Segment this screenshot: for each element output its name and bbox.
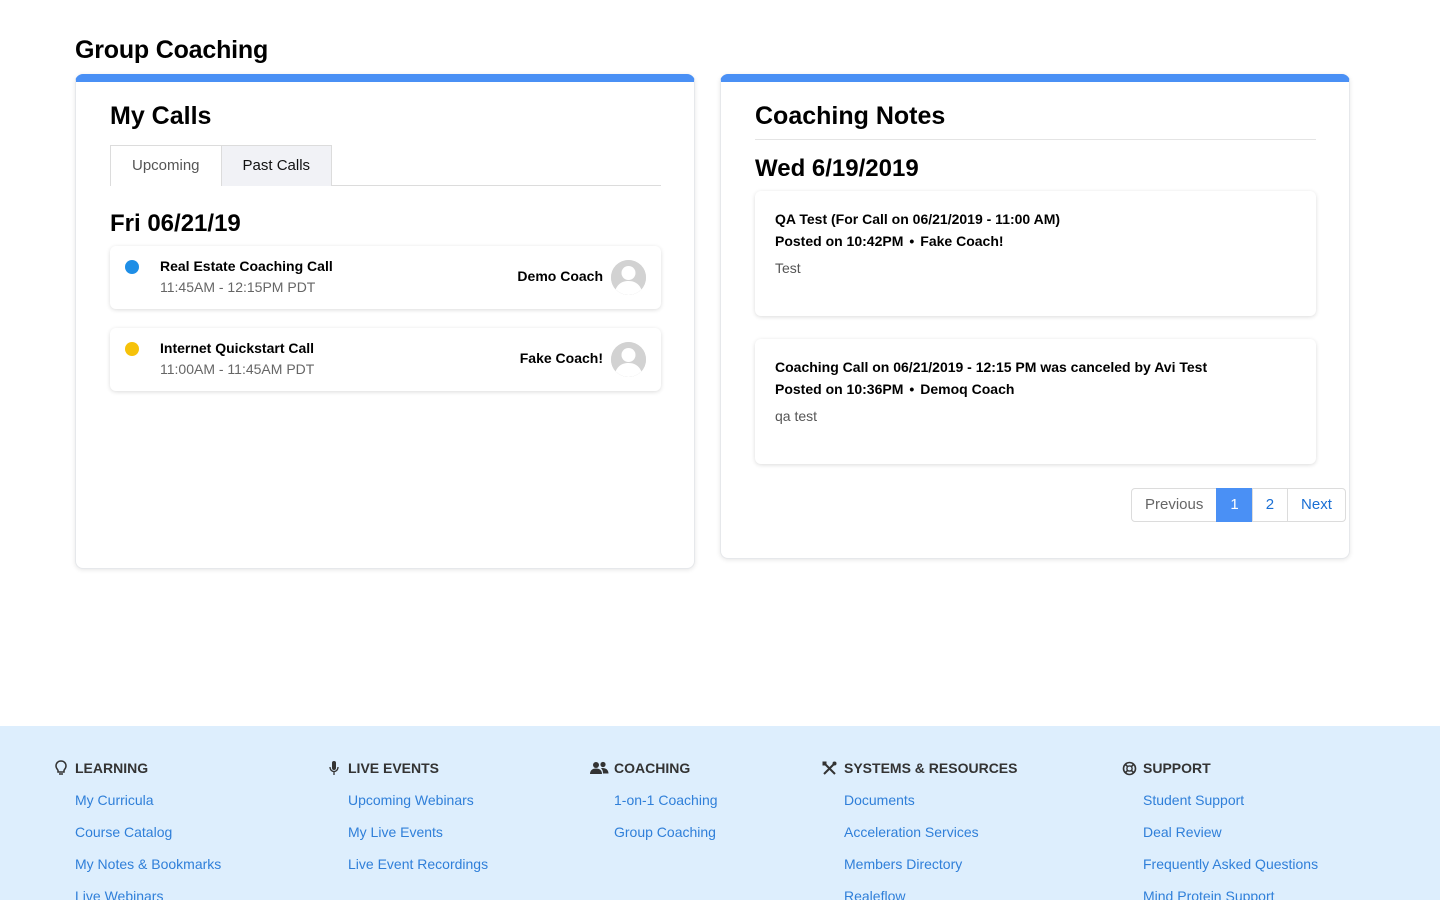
user-avatar-icon: [611, 260, 646, 295]
avatar: [611, 260, 646, 295]
note-body: Test: [775, 260, 801, 276]
footer-heading-label: SUPPORT: [1143, 760, 1211, 776]
footer-heading: COACHING: [590, 759, 718, 777]
footer-column-learning: LEARNING My Curricula Course Catalog My …: [55, 759, 221, 900]
footer-link[interactable]: Student Support: [1143, 791, 1318, 823]
call-item[interactable]: Real Estate Coaching Call 11:45AM - 12:1…: [110, 246, 661, 309]
page-1-button[interactable]: 1: [1216, 488, 1253, 522]
previous-page-button[interactable]: Previous: [1131, 488, 1218, 522]
page-title: Group Coaching: [75, 36, 269, 64]
my-calls-card: My Calls Upcoming Past Calls Fri 06/21/1…: [75, 74, 695, 569]
footer-link[interactable]: Frequently Asked Questions: [1143, 855, 1318, 887]
note-card: Coaching Call on 06/21/2019 - 12:15 PM w…: [755, 339, 1316, 464]
footer-heading: SYSTEMS & RESOURCES: [822, 759, 1017, 777]
coaching-notes-card: Coaching Notes Wed 6/19/2019 QA Test (Fo…: [720, 74, 1350, 559]
footer-link[interactable]: Upcoming Webinars: [348, 791, 488, 823]
call-title: Internet Quickstart Call: [160, 340, 315, 356]
footer-link[interactable]: My Notes & Bookmarks: [75, 855, 221, 887]
note-card: QA Test (For Call on 06/21/2019 - 11:00 …: [755, 191, 1316, 316]
notes-date-heading: Wed 6/19/2019: [755, 155, 919, 182]
footer-heading: LIVE EVENTS: [328, 759, 488, 777]
footer-heading: SUPPORT: [1122, 759, 1318, 777]
pagination: Previous 1 2 Next: [1131, 488, 1346, 522]
coach-name: Fake Coach!: [519, 350, 603, 366]
status-dot: [125, 260, 139, 274]
footer-link[interactable]: Documents: [844, 791, 1017, 823]
footer-column-systems-resources: SYSTEMS & RESOURCES Documents Accelerati…: [822, 759, 1017, 900]
footer-link[interactable]: Acceleration Services: [844, 823, 1017, 855]
next-page-button[interactable]: Next: [1287, 488, 1346, 522]
footer-heading-label: LIVE EVENTS: [348, 760, 440, 776]
footer-column-support: SUPPORT Student Support Deal Review Freq…: [1122, 759, 1318, 900]
note-meta: Posted on 10:36PM • Demoq Coach: [775, 381, 1014, 397]
user-avatar-icon: [611, 342, 646, 377]
tools-icon: [822, 761, 844, 776]
my-calls-heading: My Calls: [110, 102, 212, 130]
note-posted: Posted on 10:42PM: [775, 233, 904, 249]
call-item[interactable]: Internet Quickstart Call 11:00AM - 11:45…: [110, 328, 661, 391]
avatar: [611, 342, 646, 377]
bullet: •: [909, 381, 915, 397]
lightbulb-icon: [55, 760, 75, 776]
note-body: qa test: [775, 408, 818, 424]
coaching-notes-heading: Coaching Notes: [755, 102, 946, 130]
call-title: Real Estate Coaching Call: [160, 258, 333, 274]
tab-past-calls[interactable]: Past Calls: [221, 145, 333, 186]
microphone-icon: [328, 760, 348, 776]
footer-column-live-events: LIVE EVENTS Upcoming Webinars My Live Ev…: [328, 759, 488, 887]
call-time: 11:00AM - 11:45AM PDT: [160, 361, 315, 377]
note-posted: Posted on 10:36PM: [775, 381, 904, 397]
bullet: •: [909, 233, 915, 249]
footer: LEARNING My Curricula Course Catalog My …: [0, 726, 1440, 900]
footer-link[interactable]: 1-on-1 Coaching: [614, 791, 718, 823]
footer-link[interactable]: Course Catalog: [75, 823, 221, 855]
users-icon: [590, 761, 614, 775]
note-title: QA Test (For Call on 06/21/2019 - 11:00 …: [775, 211, 1061, 227]
calls-date-heading: Fri 06/21/19: [110, 210, 241, 237]
footer-heading-label: COACHING: [614, 760, 691, 776]
footer-link[interactable]: Live Webinars: [75, 887, 221, 900]
status-dot: [125, 342, 139, 356]
divider: [755, 139, 1316, 140]
tab-upcoming[interactable]: Upcoming: [110, 145, 222, 186]
footer-link[interactable]: Members Directory: [844, 855, 1017, 887]
calls-tabs: Upcoming Past Calls: [110, 145, 661, 186]
lifebuoy-icon: [1122, 761, 1143, 776]
footer-column-coaching: COACHING 1-on-1 Coaching Group Coaching: [590, 759, 718, 855]
footer-link[interactable]: Live Event Recordings: [348, 855, 488, 887]
note-title: Coaching Call on 06/21/2019 - 12:15 PM w…: [775, 359, 1208, 375]
footer-link[interactable]: My Curricula: [75, 791, 221, 823]
footer-link[interactable]: Realeflow: [844, 887, 1017, 900]
footer-heading: LEARNING: [55, 759, 221, 777]
footer-heading-label: LEARNING: [75, 760, 149, 776]
page-2-button[interactable]: 2: [1251, 488, 1289, 522]
coach-name: Demo Coach: [517, 268, 603, 284]
note-author: Fake Coach!: [920, 233, 1004, 249]
footer-link[interactable]: Mind Protein Support: [1143, 887, 1318, 900]
footer-link[interactable]: My Live Events: [348, 823, 488, 855]
call-time: 11:45AM - 12:15PM PDT: [160, 279, 316, 295]
note-author: Demoq Coach: [920, 381, 1015, 397]
footer-link[interactable]: Deal Review: [1143, 823, 1318, 855]
footer-link[interactable]: Group Coaching: [614, 823, 718, 855]
note-meta: Posted on 10:42PM • Fake Coach!: [775, 233, 1004, 249]
footer-heading-label: SYSTEMS & RESOURCES: [844, 760, 1018, 776]
